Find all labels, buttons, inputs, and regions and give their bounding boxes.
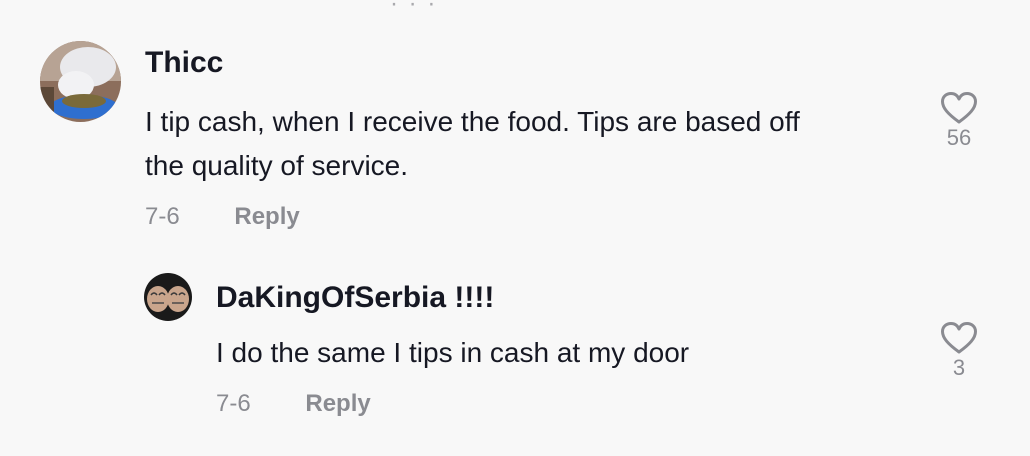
comment-item: Thicc I tip cash, when I receive the foo… bbox=[0, 0, 1030, 250]
reply-meta: 7-6 Reply bbox=[216, 390, 371, 418]
comment-meta: 7-6 Reply bbox=[145, 203, 300, 231]
tattooed-fists-avatar-icon bbox=[144, 273, 192, 321]
comment-text: I tip cash, when I receive the food. Tip… bbox=[145, 100, 905, 188]
cat-eating-avatar-icon bbox=[40, 41, 121, 122]
reply-item: DaKingOfSerbia !!!! I do the same I tips… bbox=[0, 250, 1030, 456]
reply-button[interactable]: Reply bbox=[234, 203, 299, 230]
comment-date: 7-6 bbox=[145, 203, 180, 230]
heart-outline-icon[interactable] bbox=[940, 91, 978, 125]
heart-outline-icon[interactable] bbox=[940, 321, 978, 355]
like-control: 56 bbox=[929, 91, 989, 151]
reply-button[interactable]: Reply bbox=[305, 390, 370, 417]
reply-author[interactable]: DaKingOfSerbia !!!! bbox=[216, 281, 494, 315]
like-count: 56 bbox=[946, 125, 972, 150]
comment-text-line: the quality of service. bbox=[145, 150, 409, 181]
avatar[interactable] bbox=[144, 273, 192, 321]
comment-text-line: I tip cash, when I receive the food. Tip… bbox=[145, 106, 800, 137]
like-count: 3 bbox=[952, 355, 966, 380]
like-control: 3 bbox=[929, 321, 989, 381]
avatar[interactable] bbox=[40, 41, 121, 122]
reply-text: I do the same I tips in cash at my door bbox=[216, 337, 690, 368]
reply-date: 7-6 bbox=[216, 390, 251, 417]
comment-author[interactable]: Thicc bbox=[145, 46, 223, 80]
